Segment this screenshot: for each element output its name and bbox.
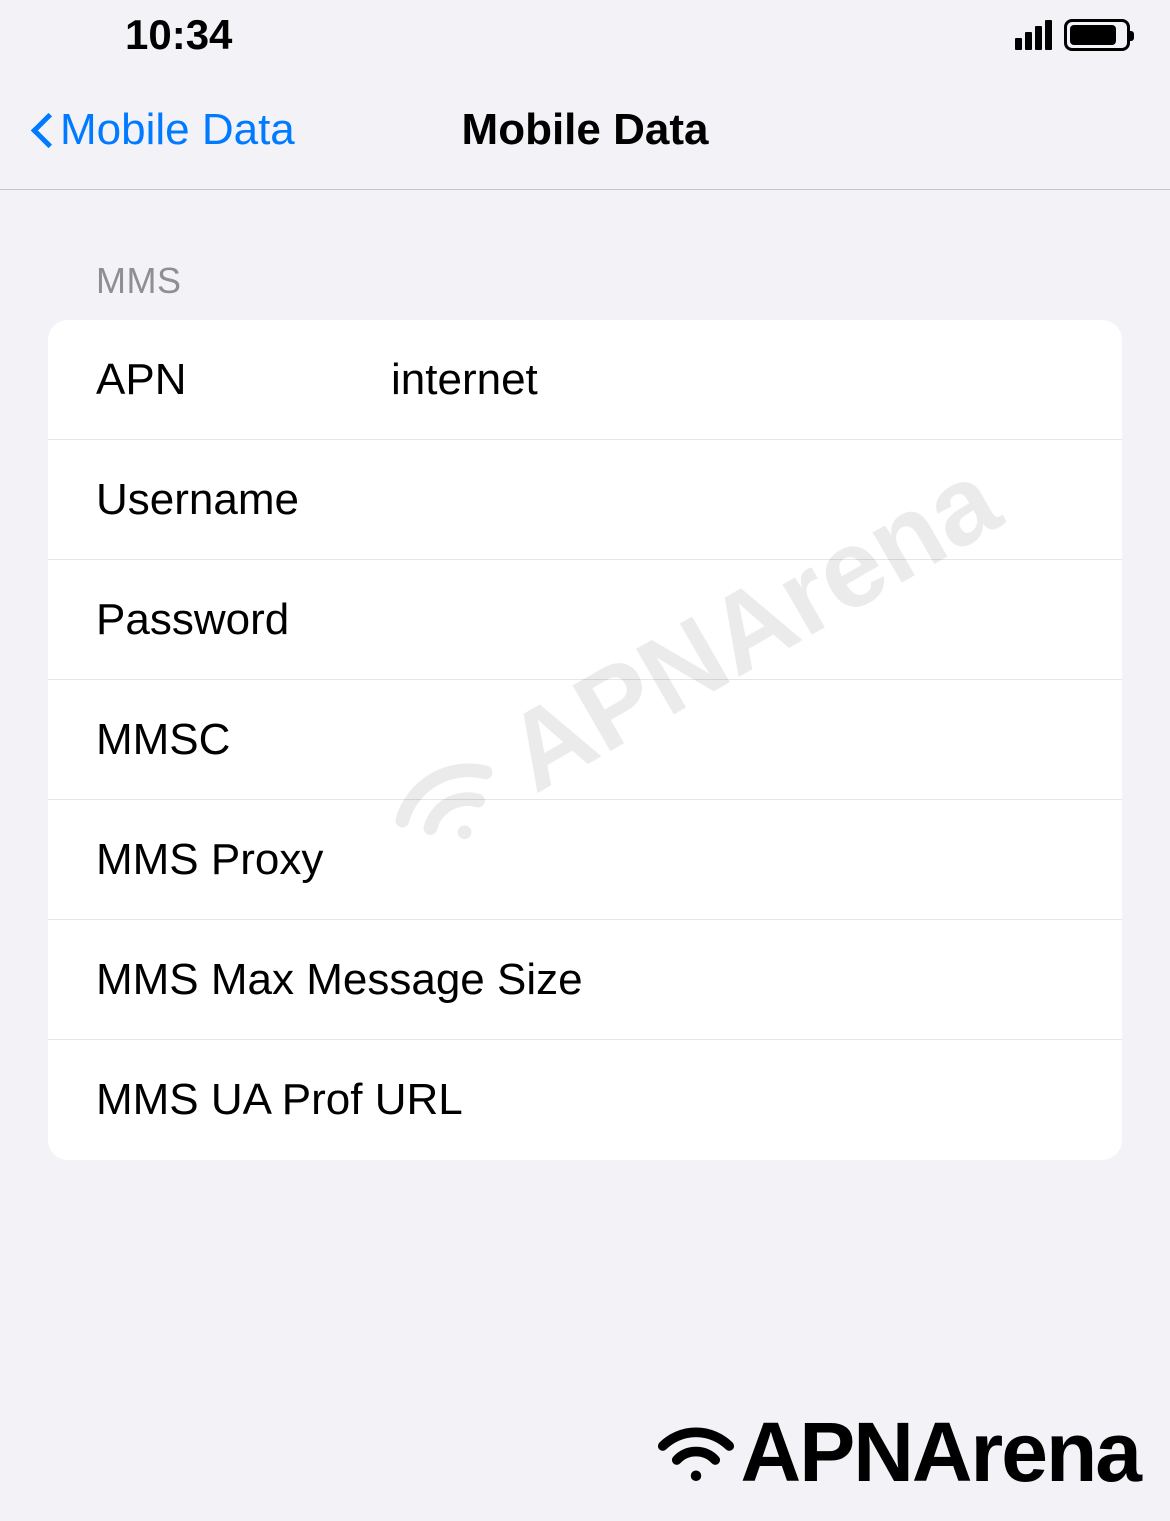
cellular-signal-icon <box>1015 20 1052 50</box>
content: MMS APN Username Password MMSC MMS Proxy… <box>0 190 1170 1160</box>
apn-input[interactable] <box>391 355 1074 405</box>
navigation-bar: Mobile Data Mobile Data <box>0 70 1170 190</box>
status-bar: 10:34 <box>0 0 1170 70</box>
status-right <box>1015 19 1130 51</box>
username-label: Username <box>96 475 391 525</box>
password-label: Password <box>96 595 391 645</box>
mmsc-row[interactable]: MMSC <box>48 680 1122 800</box>
status-time: 10:34 <box>125 11 232 59</box>
password-input[interactable] <box>391 595 1074 645</box>
password-row[interactable]: Password <box>48 560 1122 680</box>
mms-proxy-label: MMS Proxy <box>96 835 391 885</box>
back-button-label: Mobile Data <box>60 105 295 155</box>
battery-icon <box>1064 19 1130 51</box>
page-title: Mobile Data <box>462 105 709 155</box>
brand-logo-text: APNArena <box>741 1404 1140 1501</box>
apn-row[interactable]: APN <box>48 320 1122 440</box>
mmsc-label: MMSC <box>96 715 391 765</box>
apn-label: APN <box>96 355 391 405</box>
mms-ua-prof-url-label: MMS UA Prof URL <box>96 1075 1074 1125</box>
mms-proxy-row[interactable]: MMS Proxy <box>48 800 1122 920</box>
settings-group: APN Username Password MMSC MMS Proxy MMS… <box>48 320 1122 1160</box>
chevron-left-icon <box>30 108 54 152</box>
mms-max-size-row[interactable]: MMS Max Message Size <box>48 920 1122 1040</box>
brand-logo: APNArena <box>651 1404 1140 1501</box>
wifi-icon <box>651 1418 741 1488</box>
username-input[interactable] <box>391 475 1074 525</box>
username-row[interactable]: Username <box>48 440 1122 560</box>
mms-max-size-label: MMS Max Message Size <box>96 955 1074 1005</box>
mms-proxy-input[interactable] <box>391 835 1074 885</box>
mmsc-input[interactable] <box>391 715 1074 765</box>
back-button[interactable]: Mobile Data <box>30 105 295 155</box>
section-header: MMS <box>96 260 1122 302</box>
mms-ua-prof-url-row[interactable]: MMS UA Prof URL <box>48 1040 1122 1160</box>
